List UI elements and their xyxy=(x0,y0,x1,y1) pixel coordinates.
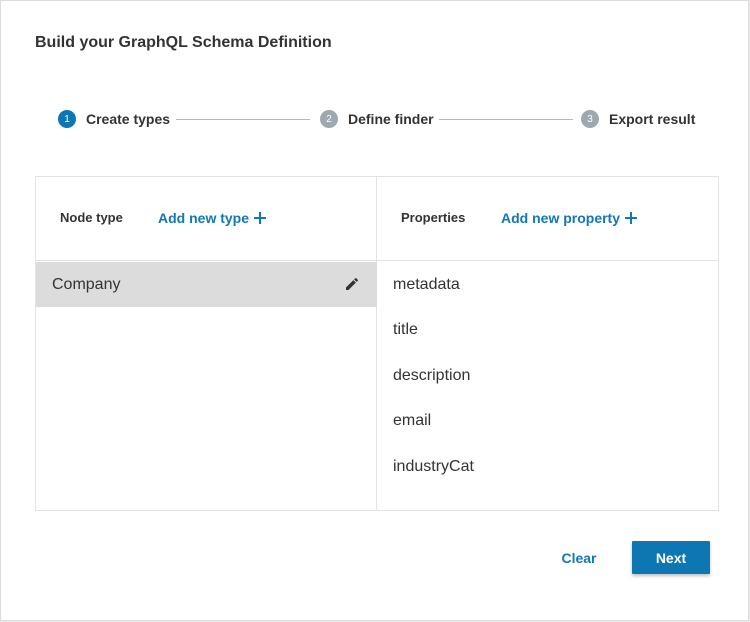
add-new-type-label: Add new type xyxy=(158,210,250,226)
step-number-badge: 3 xyxy=(581,110,599,128)
step-define-finder[interactable]: 2 Define finder xyxy=(320,109,434,129)
add-new-property-label: Add new property xyxy=(501,210,621,226)
properties-heading: Properties xyxy=(401,210,466,225)
plus-icon xyxy=(254,212,267,224)
node-type-heading: Node type xyxy=(60,210,123,225)
properties-panel: Properties Add new property metadata tit… xyxy=(377,177,718,510)
stepper: 1 Create types 2 Define finder 3 Export … xyxy=(58,109,698,129)
step-connector xyxy=(176,119,310,120)
pencil-icon[interactable] xyxy=(344,276,360,292)
node-type-name: Company xyxy=(52,275,121,293)
dialog-title: Build your GraphQL Schema Definition xyxy=(35,34,332,51)
node-type-panel: Node type Add new type Company xyxy=(36,177,377,510)
property-item-description[interactable]: description xyxy=(393,353,474,399)
step-number-badge: 1 xyxy=(58,110,76,128)
add-new-property-button[interactable]: Add new property xyxy=(501,210,638,226)
add-new-type-button[interactable]: Add new type xyxy=(158,210,267,226)
step-label: Export result xyxy=(609,111,696,127)
properties-panel-header: Properties Add new property xyxy=(377,177,718,261)
step-label: Define finder xyxy=(348,111,434,127)
node-type-item-company[interactable]: Company xyxy=(36,262,377,307)
property-item-title[interactable]: title xyxy=(393,308,474,354)
step-export-result[interactable]: 3 Export result xyxy=(581,109,695,129)
step-create-types[interactable]: 1 Create types xyxy=(58,109,170,129)
schema-builder-dialog: Build your GraphQL Schema Definition 1 C… xyxy=(0,0,749,621)
node-type-panel-header: Node type Add new type xyxy=(36,177,376,261)
step-label: Create types xyxy=(86,111,171,127)
clear-button[interactable]: Clear xyxy=(551,541,607,574)
step-number-badge: 2 xyxy=(320,110,338,128)
plus-icon xyxy=(625,212,638,224)
property-list: metadata title description email industr… xyxy=(393,262,474,490)
property-item-industrycat[interactable]: industryCat xyxy=(393,444,474,490)
next-button[interactable]: Next xyxy=(632,541,710,574)
property-item-metadata[interactable]: metadata xyxy=(393,262,474,308)
property-item-email[interactable]: email xyxy=(393,399,474,445)
schema-panels: Node type Add new type Company Propertie… xyxy=(35,176,719,511)
step-connector xyxy=(439,119,573,120)
